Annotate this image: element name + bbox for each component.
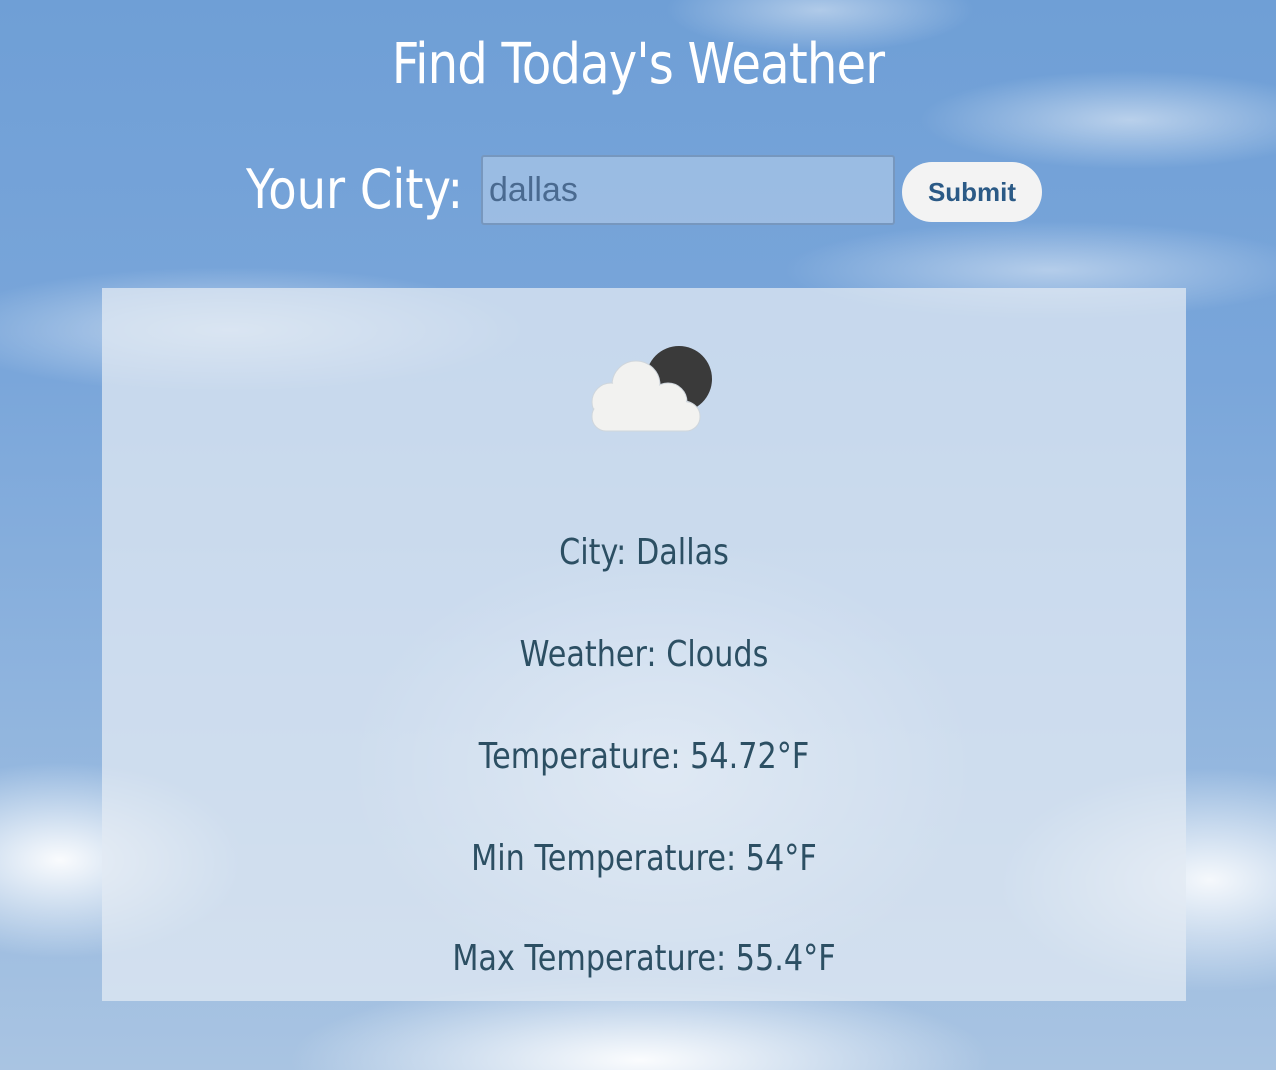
min-temperature-result: Min Temperature: 54°F — [471, 838, 817, 879]
max-temperature-result: Max Temperature: 55.4°F — [452, 938, 836, 979]
submit-button[interactable]: Submit — [902, 162, 1042, 222]
temperature-result: Temperature: 54.72°F — [478, 736, 810, 777]
partly-cloudy-night-icon — [591, 346, 712, 432]
city-label: Your City: — [246, 158, 464, 221]
city-input[interactable] — [481, 155, 895, 225]
page-title: Find Today's Weather — [391, 32, 885, 97]
city-result: City: Dallas — [559, 532, 729, 573]
weather-result: Weather: Clouds — [519, 634, 769, 675]
weather-result-panel: City: Dallas Weather: Clouds Temperature… — [102, 288, 1186, 1001]
